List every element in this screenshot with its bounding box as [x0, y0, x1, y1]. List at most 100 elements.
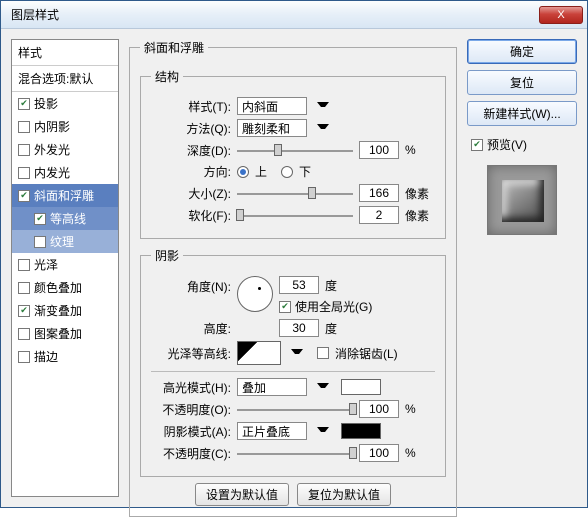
gloss-contour-picker[interactable]: [237, 341, 281, 365]
angle-dial[interactable]: [237, 276, 273, 312]
style-checkbox[interactable]: [18, 167, 30, 179]
angle-input[interactable]: 53: [279, 276, 319, 294]
reset-default-button[interactable]: 复位为默认值: [297, 483, 391, 506]
shadow-opacity-slider[interactable]: [237, 446, 353, 460]
structure-group: 结构 样式(T): 内斜面 方法(Q): 雕刻柔和 深度(D): 100 %: [140, 68, 446, 239]
chevron-down-icon[interactable]: [317, 427, 329, 435]
style-label: 样式(T):: [151, 98, 231, 115]
styles-list-panel: 样式 混合选项:默认 投影内阴影外发光内发光斜面和浮雕等高线纹理光泽颜色叠加渐变…: [11, 39, 119, 497]
size-input[interactable]: 166: [359, 184, 399, 202]
style-item-label: 斜面和浮雕: [34, 187, 94, 204]
highlight-mode-select[interactable]: 叠加: [237, 378, 307, 396]
make-default-button[interactable]: 设置为默认值: [195, 483, 289, 506]
size-slider[interactable]: [237, 186, 353, 200]
soften-input[interactable]: 2: [359, 206, 399, 224]
chevron-down-icon[interactable]: [317, 383, 329, 391]
size-label: 大小(Z):: [151, 185, 231, 202]
style-item[interactable]: 图案叠加: [12, 322, 118, 345]
style-checkbox[interactable]: [18, 328, 30, 340]
style-item[interactable]: 等高线: [12, 207, 118, 230]
gloss-contour-label: 光泽等高线:: [151, 345, 231, 362]
shadow-mode-label: 阴影模式(A):: [151, 423, 231, 440]
soften-slider[interactable]: [237, 208, 353, 222]
chevron-down-icon[interactable]: [317, 102, 329, 110]
style-item-label: 光泽: [34, 256, 58, 273]
altitude-label: 高度:: [151, 320, 231, 337]
style-item-label: 投影: [34, 95, 58, 112]
altitude-input[interactable]: 30: [279, 319, 319, 337]
global-light-checkbox[interactable]: [279, 301, 291, 313]
style-checkbox[interactable]: [18, 305, 30, 317]
style-checkbox[interactable]: [18, 351, 30, 363]
style-item-label: 内阴影: [34, 118, 70, 135]
shadow-color-swatch[interactable]: [341, 423, 381, 439]
technique-label: 方法(Q):: [151, 120, 231, 137]
technique-select[interactable]: 雕刻柔和: [237, 119, 307, 137]
depth-unit: %: [405, 143, 435, 157]
style-item[interactable]: 投影: [12, 92, 118, 115]
style-checkbox[interactable]: [18, 144, 30, 156]
style-checkbox[interactable]: [18, 190, 30, 202]
titlebar[interactable]: 图层样式 X: [1, 1, 587, 29]
style-select[interactable]: 内斜面: [237, 97, 307, 115]
style-checkbox[interactable]: [18, 259, 30, 271]
direction-up-radio[interactable]: [237, 166, 249, 178]
highlight-mode-label: 高光模式(H):: [151, 379, 231, 396]
style-item[interactable]: 内发光: [12, 161, 118, 184]
chevron-down-icon[interactable]: [291, 349, 303, 357]
style-item[interactable]: 纹理: [12, 230, 118, 253]
preview-checkbox[interactable]: [471, 139, 483, 151]
style-item-label: 渐变叠加: [34, 302, 82, 319]
chevron-down-icon[interactable]: [317, 124, 329, 132]
style-item[interactable]: 渐变叠加: [12, 299, 118, 322]
angle-label: 角度(N):: [151, 276, 231, 295]
style-item[interactable]: 颜色叠加: [12, 276, 118, 299]
close-button[interactable]: X: [539, 6, 583, 24]
angle-unit: 度: [325, 277, 337, 294]
new-style-button[interactable]: 新建样式(W)...: [467, 101, 577, 126]
direction-down-radio[interactable]: [281, 166, 293, 178]
bevel-emboss-group: 斜面和浮雕 结构 样式(T): 内斜面 方法(Q): 雕刻柔和 深度(D):: [129, 39, 457, 517]
size-unit: 像素: [405, 185, 435, 202]
blending-options-item[interactable]: 混合选项:默认: [12, 66, 118, 92]
direction-label: 方向:: [151, 163, 231, 180]
shadow-mode-select[interactable]: 正片叠底: [237, 422, 307, 440]
shading-legend: 阴影: [151, 247, 183, 264]
soften-label: 软化(F):: [151, 207, 231, 224]
depth-input[interactable]: 100: [359, 141, 399, 159]
style-checkbox[interactable]: [34, 236, 46, 248]
antialias-checkbox[interactable]: [317, 347, 329, 359]
highlight-opacity-slider[interactable]: [237, 402, 353, 416]
style-item[interactable]: 内阴影: [12, 115, 118, 138]
style-checkbox[interactable]: [18, 121, 30, 133]
action-panel: 确定 复位 新建样式(W)... 预览(V): [467, 39, 577, 497]
cancel-button[interactable]: 复位: [467, 70, 577, 95]
altitude-unit: 度: [325, 320, 337, 337]
shading-group: 阴影 角度(N): 53 度 使用全局光(G): [140, 247, 446, 477]
styles-header: 样式: [12, 40, 118, 66]
highlight-opacity-input[interactable]: 100: [359, 400, 399, 418]
style-item[interactable]: 斜面和浮雕: [12, 184, 118, 207]
style-item-label: 颜色叠加: [34, 279, 82, 296]
highlight-color-swatch[interactable]: [341, 379, 381, 395]
style-checkbox[interactable]: [18, 98, 30, 110]
preview-swatch: [487, 165, 557, 235]
style-item[interactable]: 光泽: [12, 253, 118, 276]
depth-label: 深度(D):: [151, 142, 231, 159]
depth-slider[interactable]: [237, 143, 353, 157]
shadow-opacity-input[interactable]: 100: [359, 444, 399, 462]
window-title: 图层样式: [11, 6, 539, 23]
style-item-label: 内发光: [34, 164, 70, 181]
ok-button[interactable]: 确定: [467, 39, 577, 64]
style-checkbox[interactable]: [34, 213, 46, 225]
style-item-label: 外发光: [34, 141, 70, 158]
style-item[interactable]: 外发光: [12, 138, 118, 161]
style-checkbox[interactable]: [18, 282, 30, 294]
preview-label: 预览(V): [487, 136, 527, 153]
settings-panel: 斜面和浮雕 结构 样式(T): 内斜面 方法(Q): 雕刻柔和 深度(D):: [129, 39, 457, 497]
style-item-label: 描边: [34, 348, 58, 365]
structure-legend: 结构: [151, 68, 183, 85]
style-item[interactable]: 描边: [12, 345, 118, 368]
style-item-label: 纹理: [50, 233, 74, 250]
style-item-label: 等高线: [50, 210, 86, 227]
